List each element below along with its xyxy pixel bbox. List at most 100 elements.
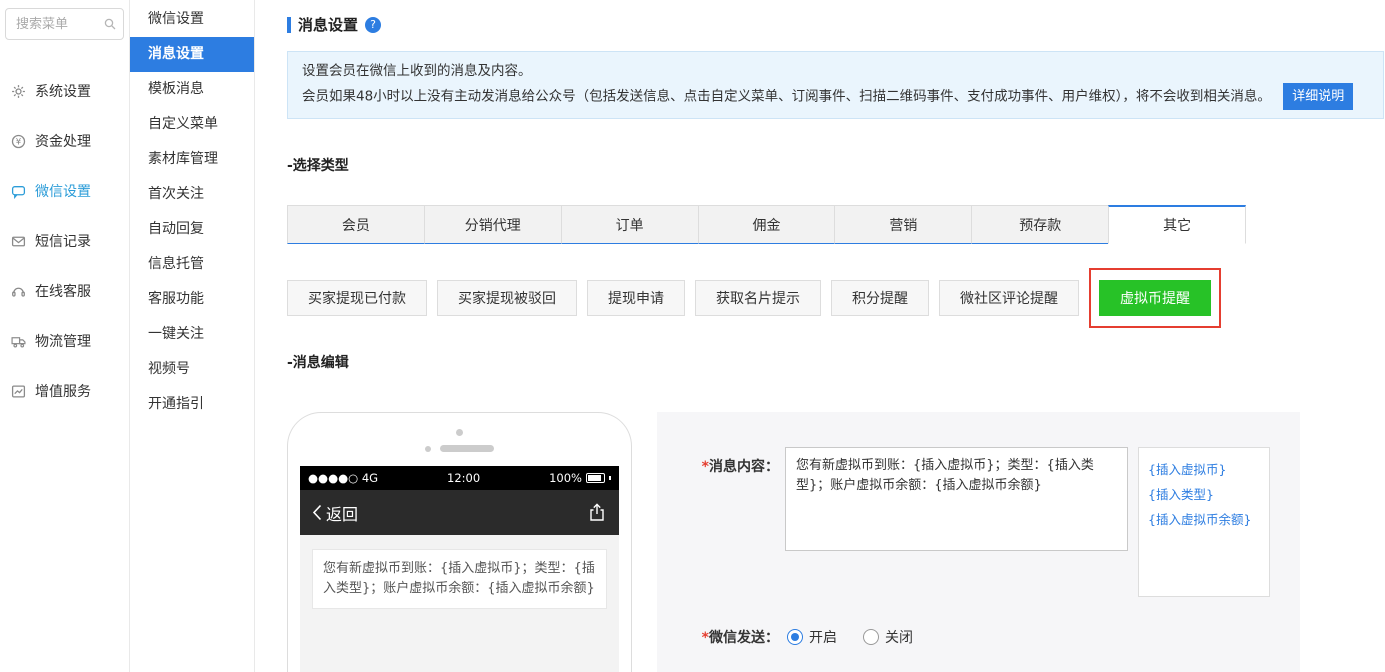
phone-speaker: [440, 445, 494, 452]
page-title-text: 消息设置: [298, 16, 359, 34]
notice-line1: 设置会员在微信上收到的消息及内容。: [302, 63, 532, 79]
sidebar-item-label: 增值服务: [35, 384, 91, 400]
submenu-item-one-click-follow[interactable]: 一键关注: [130, 317, 254, 352]
sidebar-item-label: 微信设置: [35, 184, 91, 200]
submenu-item-template-message[interactable]: 模板消息: [130, 72, 254, 107]
main-sidebar: 系统设置 ¥ 资金处理 微信设置 短信记录 在线客服: [0, 0, 130, 672]
sidebar-item-label: 系统设置: [35, 84, 91, 100]
message-content-textarea[interactable]: 您有新虚拟币到账：{插入虚拟币}；类型：{插入类型}；账户虚拟币余额：{插入虚拟…: [785, 447, 1128, 551]
phone-screen: ●●●●○ 4G 12:00 100% 返回 您有新虚拟币到账：{插入虚拟币}；…: [300, 466, 619, 672]
chart-icon: [10, 384, 26, 399]
sidebar-item-online-service[interactable]: 在线客服: [0, 266, 129, 316]
btn-virtual-coin-reminder[interactable]: 虚拟币提醒: [1099, 280, 1211, 316]
required-mark: *: [701, 630, 709, 646]
radio-option-on[interactable]: 开启: [787, 627, 837, 647]
submenu-item-activation-guide[interactable]: 开通指引: [130, 387, 254, 422]
radio-off-icon[interactable]: [863, 629, 879, 645]
btn-withdraw-paid[interactable]: 买家提现已付款: [287, 280, 427, 316]
radio-option-off[interactable]: 关闭: [863, 627, 913, 647]
sidebar-item-value-services[interactable]: 增值服务: [0, 366, 129, 416]
help-icon[interactable]: ?: [365, 16, 382, 33]
radio-on-icon[interactable]: [787, 629, 803, 645]
message-editor: ●●●●○ 4G 12:00 100% 返回 您有新虚拟币到账：{插入虚拟币}；…: [287, 412, 1385, 672]
notice-line2: 会员如果48小时以上没有主动发消息给公众号（包括发送信息、点击自定义菜单、订阅事…: [302, 83, 1369, 110]
tab-commission[interactable]: 佣金: [697, 205, 835, 244]
submenu-item-video-channel[interactable]: 视频号: [130, 352, 254, 387]
coin-icon: ¥: [10, 134, 26, 149]
battery-percent-label: 100%: [549, 471, 582, 485]
type-tabs: 会员 分销代理 订单 佣金 营销 预存款 其它: [287, 205, 1247, 244]
message-type-buttons: 买家提现已付款 买家提现被驳回 提现申请 获取名片提示 积分提醒 微社区评论提醒…: [287, 268, 1385, 328]
phone-top-row: [300, 445, 619, 452]
submenu-item-auto-reply[interactable]: 自动回复: [130, 212, 254, 247]
radio-on-label: 开启: [809, 630, 837, 646]
back-button: 返回: [312, 501, 358, 525]
submenu-item-wechat-settings[interactable]: 微信设置: [130, 2, 254, 37]
sms-icon: [10, 234, 26, 249]
detail-button[interactable]: 详细说明: [1283, 83, 1354, 110]
submenu-item-custom-menu[interactable]: 自定义菜单: [130, 107, 254, 142]
wechat-submenu: 微信设置 消息设置 模板消息 自定义菜单 素材库管理 首次关注 自动回复 信息托…: [130, 0, 255, 672]
submenu-item-material-library[interactable]: 素材库管理: [130, 142, 254, 177]
sidebar-item-label: 资金处理: [35, 134, 91, 150]
tab-other[interactable]: 其它: [1108, 205, 1247, 244]
content-label: *消息内容：: [679, 447, 779, 476]
btn-community-comment-reminder[interactable]: 微社区评论提醒: [939, 280, 1079, 316]
sidebar-item-funds[interactable]: ¥ 资金处理: [0, 116, 129, 166]
phone-sensor-dot: [425, 445, 431, 452]
insert-variable-panel: {插入虚拟币} {插入类型} {插入虚拟币余额}: [1138, 447, 1270, 597]
send-options: 开启 关闭: [787, 627, 913, 647]
wechat-send-row: *微信发送： 开启 关闭: [679, 627, 1300, 647]
sidebar-item-sms-records[interactable]: 短信记录: [0, 216, 129, 266]
gear-icon: [10, 84, 26, 99]
tab-distribution-agent[interactable]: 分销代理: [423, 205, 561, 244]
submenu-item-info-hosting[interactable]: 信息托管: [130, 247, 254, 282]
phone-message-card: 您有新虚拟币到账：{插入虚拟币}；类型：{插入类型}；账户虚拟币余额：{插入虚拟…: [312, 549, 607, 609]
page-title: 消息设置 ?: [287, 14, 1385, 35]
submenu-item-service-functions[interactable]: 客服功能: [130, 282, 254, 317]
content-row: *消息内容： 您有新虚拟币到账：{插入虚拟币}；类型：{插入类型}；账户虚拟币余…: [679, 447, 1300, 597]
carrier-signal-label: ●●●●○ 4G: [308, 471, 379, 485]
phone-preview: ●●●●○ 4G 12:00 100% 返回 您有新虚拟币到账：{插入虚拟币}；…: [287, 412, 632, 672]
tab-prepaid[interactable]: 预存款: [971, 205, 1109, 244]
sidebar-item-logistics[interactable]: 物流管理: [0, 316, 129, 366]
battery-status: 100%: [549, 471, 611, 485]
btn-withdraw-rejected[interactable]: 买家提现被驳回: [437, 280, 577, 316]
content-label-text: 消息内容：: [709, 459, 779, 475]
clock-label: 12:00: [447, 471, 481, 485]
title-accent-bar: [287, 16, 291, 33]
btn-points-reminder[interactable]: 积分提醒: [831, 280, 929, 316]
submenu-item-message-settings[interactable]: 消息设置: [130, 37, 254, 72]
sidebar-item-label: 在线客服: [35, 284, 91, 300]
main-content: 消息设置 ? 设置会员在微信上收到的消息及内容。 会员如果48小时以上没有主动发…: [255, 0, 1385, 672]
message-form: *消息内容： 您有新虚拟币到账：{插入虚拟币}；类型：{插入类型}；账户虚拟币余…: [657, 412, 1300, 672]
search-icon: [103, 17, 117, 31]
phone-message-area: 您有新虚拟币到账：{插入虚拟币}；类型：{插入类型}；账户虚拟币余额：{插入虚拟…: [300, 535, 619, 672]
sidebar-item-label: 物流管理: [35, 334, 91, 350]
menu-search: [5, 8, 124, 40]
share-icon: [587, 503, 607, 522]
svg-text:¥: ¥: [15, 137, 21, 147]
virtual-coin-highlight-wrap: 虚拟币提醒: [1089, 268, 1221, 328]
btn-get-card-tip[interactable]: 获取名片提示: [695, 280, 821, 316]
insert-balance-link[interactable]: {插入虚拟币余额}: [1148, 507, 1260, 532]
submenu-item-first-follow[interactable]: 首次关注: [130, 177, 254, 212]
wechat-icon: [10, 184, 26, 199]
sidebar-item-system-settings[interactable]: 系统设置: [0, 66, 129, 116]
phone-status-bar: ●●●●○ 4G 12:00 100%: [300, 466, 619, 490]
battery-nub: [608, 476, 611, 480]
insert-type-link[interactable]: {插入类型}: [1148, 482, 1260, 507]
back-label: 返回: [326, 504, 359, 524]
btn-withdraw-apply[interactable]: 提现申请: [587, 280, 685, 316]
chevron-left-icon: [312, 504, 322, 521]
select-type-label: -选择类型: [287, 158, 349, 174]
phone-nav-bar: 返回: [300, 490, 619, 535]
insert-virtual-coin-link[interactable]: {插入虚拟币}: [1148, 457, 1260, 482]
message-edit-label: -消息编辑: [287, 355, 349, 371]
phone-camera-dot: [456, 429, 463, 436]
tab-order[interactable]: 订单: [560, 205, 698, 244]
tab-member[interactable]: 会员: [287, 205, 424, 244]
tab-marketing[interactable]: 营销: [834, 205, 972, 244]
sidebar-item-wechat-settings[interactable]: 微信设置: [0, 166, 129, 216]
sidebar-item-label: 短信记录: [35, 234, 91, 250]
